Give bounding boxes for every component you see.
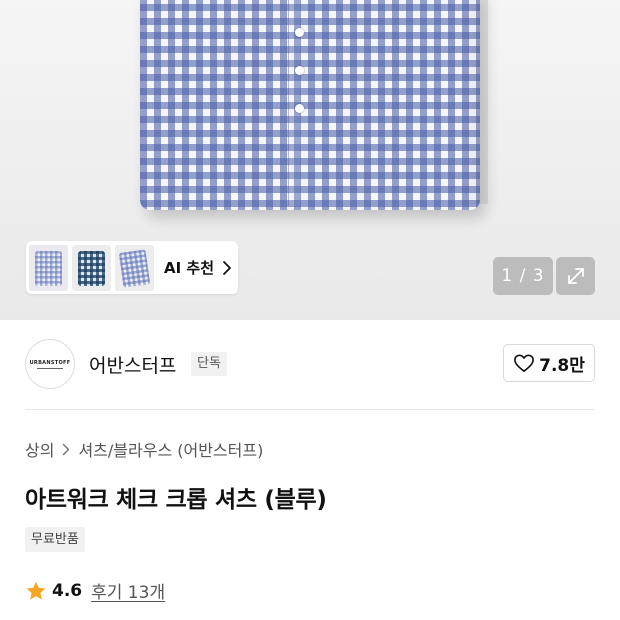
star-icon — [26, 581, 46, 600]
brand-name-link[interactable]: 어반스터프 — [89, 351, 176, 378]
chevron-right-icon — [223, 260, 231, 275]
breadcrumb: 상의 셔츠/블라우스 (어반스터프) — [25, 437, 263, 461]
like-button[interactable]: 7.8만 — [503, 344, 595, 382]
ai-recommend-label: AI 추천 — [164, 259, 215, 277]
expand-image-button[interactable] — [556, 257, 595, 295]
thumbnail-image — [35, 250, 62, 286]
shirt-fabric — [140, 0, 480, 210]
heart-icon — [514, 354, 535, 372]
ai-recommend-link[interactable]: AI 추천 — [164, 257, 232, 278]
shirt-shadow — [460, 0, 488, 204]
brand-logo-line — [37, 367, 63, 369]
thumbnail-2[interactable] — [72, 244, 111, 291]
image-page-indicator: 1 / 3 — [493, 257, 553, 295]
thumbnail-1[interactable] — [29, 244, 68, 291]
breadcrumb-item-category[interactable]: 상의 — [25, 437, 54, 461]
expand-icon — [567, 268, 584, 284]
brand-logo[interactable]: URBANSTOFF — [25, 339, 75, 389]
reviews-link[interactable]: 후기 13개 — [91, 578, 165, 603]
shirt-button — [295, 104, 304, 113]
free-return-badge: 무료반품 — [25, 527, 85, 552]
exclusive-badge: 단독 — [191, 352, 227, 376]
brand-row: URBANSTOFF 어반스터프 단독 7.8만 — [0, 320, 620, 410]
rating-row: 4.6 후기 13개 — [25, 578, 165, 603]
product-main-image[interactable] — [140, 0, 488, 216]
chevron-right-icon — [63, 443, 70, 455]
product-image-gallery[interactable]: AI 추천 1 / 3 — [0, 0, 620, 320]
rating-score: 4.6 — [52, 580, 83, 601]
breadcrumb-item-subcategory[interactable]: 셔츠/블라우스 (어반스터프) — [78, 437, 263, 461]
shirt-button — [295, 28, 304, 37]
thumbnail-image — [78, 250, 105, 286]
ai-recommendation-card[interactable]: AI 추천 — [26, 241, 238, 294]
like-count: 7.8만 — [539, 355, 585, 376]
brand-logo-text: URBANSTOFF — [29, 359, 71, 366]
divider — [25, 409, 595, 410]
product-title: 아트워크 체크 크롭 셔츠 (블루) — [25, 487, 327, 513]
thumbnail-image — [118, 248, 151, 288]
shirt-button — [295, 66, 304, 75]
thumbnail-3[interactable] — [115, 244, 154, 291]
